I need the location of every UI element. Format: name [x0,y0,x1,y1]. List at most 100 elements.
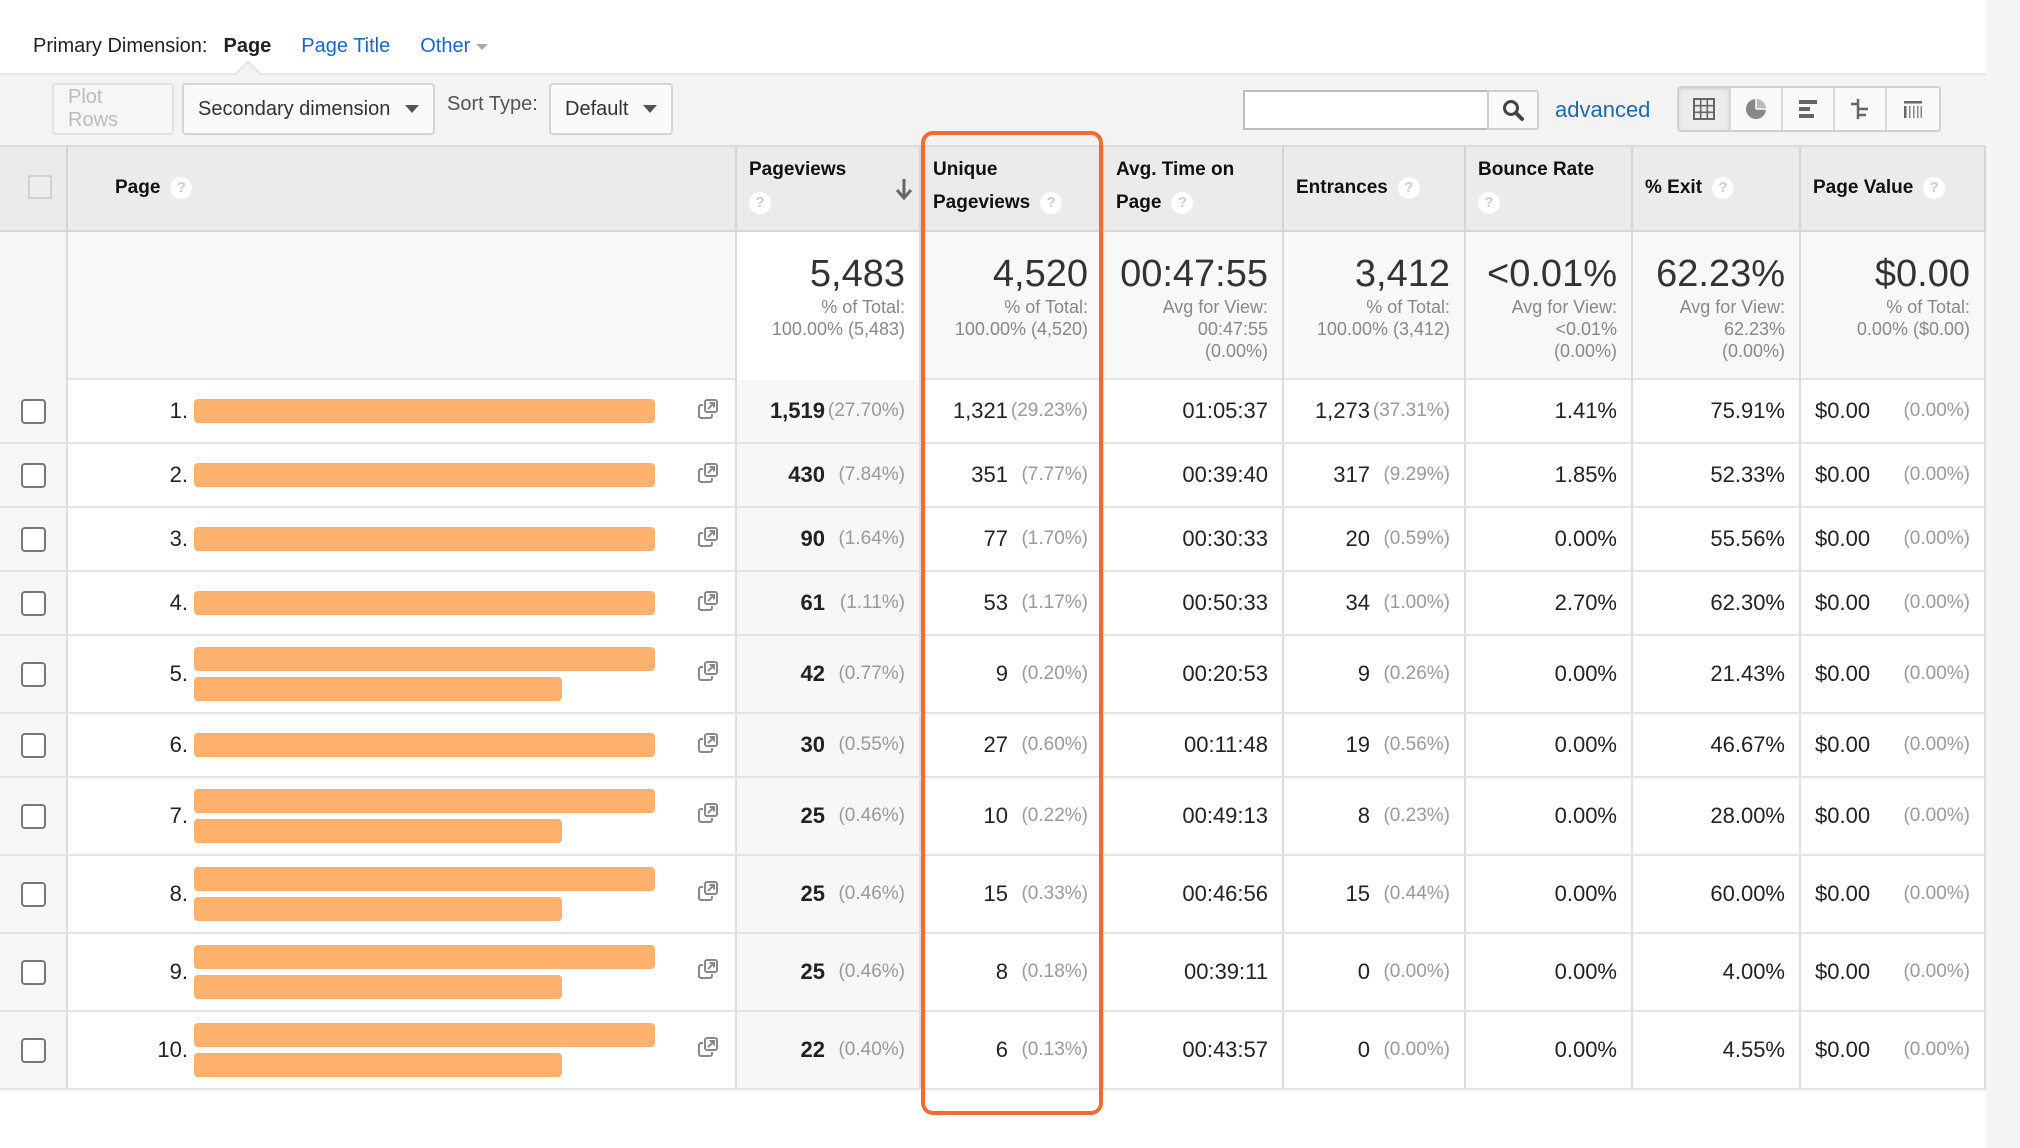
table-filter-input[interactable] [1243,90,1489,130]
row-checkbox[interactable] [20,732,46,758]
unique-pageviews-percent: (1.70%) [1021,528,1088,549]
open-link-icon[interactable] [697,590,719,612]
redaction-bar [194,975,562,999]
entrances-value: 19 [1345,732,1370,757]
primary-dimension-bar: Primary Dimension: Page Page Title Other [33,32,489,60]
row-checkbox[interactable] [20,526,46,552]
advanced-filter-link[interactable]: advanced [1555,97,1650,123]
entrances-percent: (1.00%) [1383,592,1450,613]
view-comparison-button[interactable] [1835,88,1887,130]
open-link-icon[interactable] [697,880,719,902]
redaction-bar [194,897,562,921]
sort-type-dropdown[interactable]: Default [549,83,673,135]
page-value-percent: (0.00%) [1903,961,1970,982]
primary-dimension-page[interactable]: Page [223,35,271,58]
bounce-rate-cell: 1.85% [1466,444,1633,506]
bounce-rate-cell: 0.00% [1466,778,1633,854]
view-data-table-button[interactable] [1679,88,1731,130]
secondary-dimension-dropdown[interactable]: Secondary dimension [182,83,435,135]
avg-time-value: 00:50:33 [1182,590,1268,615]
avg-time-cell: 00:39:40 [1104,444,1284,506]
unique-pageviews-value: 27 [983,732,1008,757]
header-entrances[interactable]: Entrances? [1284,145,1466,232]
help-icon[interactable]: ? [1171,191,1194,214]
select-all-checkbox[interactable] [28,175,52,199]
row-checkbox[interactable] [20,1037,46,1063]
page-cell: 2. [68,444,737,506]
help-icon[interactable]: ? [1040,191,1063,214]
unique-pageviews-cell: 351 (7.77%) [921,444,1104,506]
row-checkbox[interactable] [20,803,46,829]
primary-dimension-page-title[interactable]: Page Title [301,35,390,58]
avg-time-value: 00:30:33 [1182,526,1268,551]
bounce-rate-value: 0.00% [1554,1037,1617,1062]
entrances-value: 15 [1345,881,1370,906]
help-icon[interactable]: ? [1478,191,1500,214]
primary-dimension-other[interactable]: Other [420,35,489,58]
help-icon[interactable]: ? [1712,176,1735,199]
sort-type-label: Sort Type: [447,93,538,115]
open-link-icon[interactable] [697,660,719,682]
view-performance-button[interactable] [1783,88,1835,130]
row-checkbox[interactable] [20,398,46,424]
unique-pageviews-percent: (1.17%) [1021,592,1088,613]
open-link-icon[interactable] [697,1036,719,1058]
header-unique-pageviews[interactable]: Unique Pageviews? [921,145,1104,232]
bounce-rate-value: 1.41% [1554,398,1617,423]
header-page[interactable]: Page? [68,145,737,232]
row-rank: 1. [169,398,188,423]
row-checkbox[interactable] [20,661,46,687]
avg-time-value: 00:46:56 [1182,881,1268,906]
help-icon[interactable]: ? [170,176,193,199]
page-value-value: $0.00 [1815,1037,1871,1062]
page-cell: 7. [68,778,737,854]
header-pageviews[interactable]: Pageviews ? [737,145,921,232]
redaction-bar [194,945,655,969]
open-link-icon[interactable] [697,958,719,980]
help-icon[interactable]: ? [1397,176,1420,199]
row-rank: 9. [169,959,188,984]
open-link-icon[interactable] [697,398,719,420]
page-value-percent: (0.00%) [1903,400,1970,421]
pageviews-value: 42 [800,661,825,686]
open-link-icon[interactable] [697,526,719,548]
open-link-icon[interactable] [697,462,719,484]
entrances-cell: 317 (9.29%) [1284,444,1466,506]
page-value-percent: (0.00%) [1903,805,1970,826]
row-checkbox[interactable] [20,959,46,985]
entrances-value: 34 [1345,590,1370,615]
view-percentage-button[interactable] [1731,88,1783,130]
row-checkbox[interactable] [20,590,46,616]
page-cell: 10. [68,1012,737,1088]
row-checkbox[interactable] [20,462,46,488]
view-pivot-button[interactable] [1887,88,1939,130]
entrances-cell: 34 (1.00%) [1284,572,1466,634]
chevron-down-icon [643,105,657,113]
pageviews-cell: 61 (1.11%) [737,572,921,634]
pageviews-value: 22 [800,1037,825,1062]
open-link-icon[interactable] [697,802,719,824]
pageviews-cell: 25 (0.46%) [737,778,921,854]
plot-rows-button[interactable]: Plot Rows [52,83,174,135]
entrances-cell: 9 (0.26%) [1284,636,1466,712]
exit-value: 46.67% [1710,732,1785,757]
pageviews-cell: 42 (0.77%) [737,636,921,712]
open-link-icon[interactable] [697,732,719,754]
header-avg-time-on-page[interactable]: Avg. Time on Page? [1104,145,1284,232]
page-value-cell: $0.00 (0.00%) [1801,714,1986,776]
unique-pageviews-cell: 6 (0.13%) [921,1012,1104,1088]
row-checkbox[interactable] [20,881,46,907]
pie-chart-icon [1746,99,1766,119]
entrances-percent: (0.59%) [1383,528,1450,549]
unique-pageviews-percent: (0.22%) [1021,805,1088,826]
help-icon[interactable]: ? [749,191,771,214]
header-exit[interactable]: % Exit? [1633,145,1801,232]
help-icon[interactable]: ? [1923,176,1946,199]
search-button[interactable] [1487,90,1539,130]
exit-value: 62.30% [1710,590,1785,615]
page-value-percent: (0.00%) [1903,663,1970,684]
header-bounce-rate[interactable]: Bounce Rate ? [1466,145,1633,232]
header-page-value[interactable]: Page Value? [1801,145,1986,232]
exit-cell: 21.43% [1633,636,1801,712]
pageviews-percent: (0.40%) [838,1039,905,1060]
